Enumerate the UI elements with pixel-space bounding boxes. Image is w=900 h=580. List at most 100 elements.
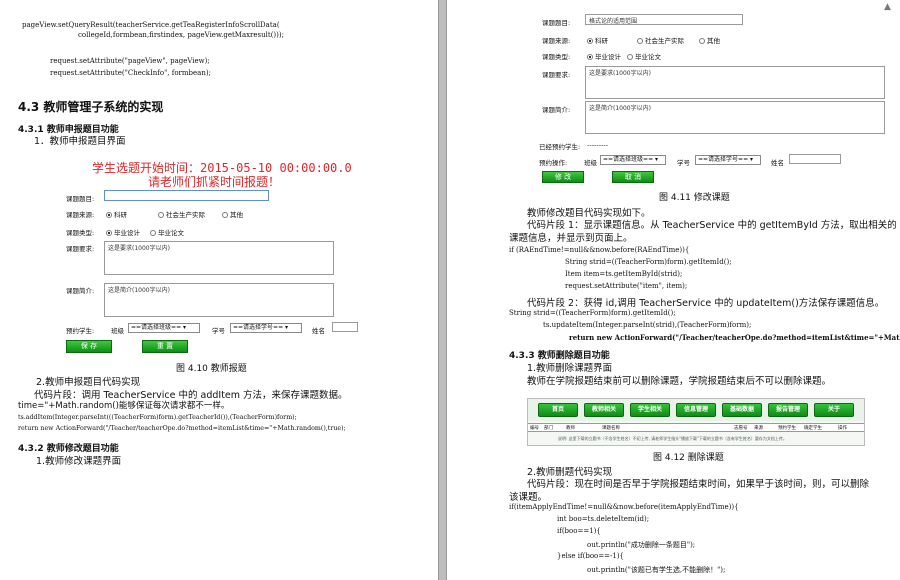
modify-button[interactable]: 修 改 bbox=[542, 171, 584, 183]
class-label: 班级 bbox=[111, 327, 124, 335]
field-label: 课题题目: bbox=[542, 19, 571, 27]
table-header: 课题名称 bbox=[602, 426, 620, 431]
paragraph: time="+Math.random()能够保证每次请求都不一样。 bbox=[18, 401, 230, 411]
nav-about[interactable]: 关于 bbox=[814, 403, 854, 417]
table-header-row: 编号 部门 教师 课题名称 志愿号 来源 预约学生 确定学生 操作 bbox=[528, 423, 864, 432]
figure-caption: 图 4.12 删除课题 bbox=[653, 453, 724, 463]
type-radio-thesis[interactable]: 毕业论文 bbox=[627, 51, 661, 61]
chevron-down-icon: ▾ bbox=[183, 324, 187, 331]
code-line: }else if(boo==-1){ bbox=[557, 552, 624, 560]
source-radio-other[interactable]: 其他 bbox=[699, 35, 720, 45]
field-label: 课题题目: bbox=[66, 195, 95, 203]
code-line: return new ActionForward("/Teacher/teach… bbox=[18, 425, 346, 432]
radio-icon bbox=[222, 212, 228, 218]
name-input[interactable] bbox=[332, 322, 358, 332]
code-line: request.setAttribute("item", item); bbox=[565, 282, 688, 290]
class-label: 班级 bbox=[584, 159, 597, 167]
page-gap bbox=[438, 0, 447, 580]
type-radio-design[interactable]: 毕业设计 bbox=[106, 227, 140, 237]
source-radio-research[interactable]: 科研 bbox=[106, 209, 127, 219]
code-line: out.println("成功删除一条题目"); bbox=[587, 541, 696, 549]
radio-icon bbox=[106, 230, 112, 236]
list-item: 1.教师修改课题界面 bbox=[36, 456, 122, 467]
paragraph: 代码片段：现在时间是否早于学院报题结束时间，如果早于该时间，则，可以删除 bbox=[527, 479, 870, 490]
banner-notice: 请老师们抓紧时间报题！ bbox=[148, 175, 281, 189]
table-header: 操作 bbox=[838, 426, 847, 431]
figure-caption: 图 4.10 教师报题 bbox=[176, 364, 247, 374]
table-header: 部门 bbox=[544, 426, 553, 431]
requirements-textarea[interactable]: 这是要求(1000字以内) bbox=[585, 66, 885, 99]
table-header: 来源 bbox=[754, 426, 763, 431]
nav-info[interactable]: 信息管理 bbox=[676, 403, 716, 417]
nav-basic-data[interactable]: 基础数据 bbox=[722, 403, 762, 417]
nav-report[interactable]: 报告管理 bbox=[768, 403, 808, 417]
code-line: request.setAttribute("pageView", pageVie… bbox=[50, 57, 210, 65]
class-select[interactable]: ==请选择班级== ▾ bbox=[600, 155, 666, 165]
paragraph: 代码片段 1：显示课题信息。从 TeacherService 中的 getIte… bbox=[527, 220, 897, 231]
radio-icon bbox=[106, 212, 112, 218]
radio-icon bbox=[587, 38, 593, 44]
table-header: 编号 bbox=[530, 426, 539, 431]
field-label: 课题来源: bbox=[66, 211, 95, 219]
field-label: 预约学生: bbox=[66, 327, 95, 335]
cancel-button[interactable]: 取 消 bbox=[612, 171, 654, 183]
stuno-select[interactable]: ==请选择学号== ▾ bbox=[230, 323, 302, 333]
stuno-label: 学号 bbox=[677, 159, 690, 167]
code-line: ts.updateItem(Integer.parseInt(strid),(T… bbox=[543, 321, 752, 329]
brief-textarea[interactable]: 这是简介(1000字以内) bbox=[104, 283, 334, 317]
stuno-select[interactable]: ==请选择学号== ▾ bbox=[695, 155, 761, 165]
chevron-down-icon: ▾ bbox=[655, 156, 659, 163]
scroll-up-icon[interactable]: ▲ bbox=[884, 2, 891, 12]
code-line: int boo=ts.deleteItem(id); bbox=[557, 515, 650, 523]
class-select[interactable]: ==请选择班级== ▾ bbox=[128, 323, 200, 333]
reserved-student-value: --------- bbox=[587, 141, 609, 149]
topic-title-input[interactable] bbox=[104, 190, 269, 201]
name-input[interactable] bbox=[789, 154, 841, 164]
nav-home[interactable]: 首页 bbox=[538, 403, 578, 417]
field-label: 课题类型: bbox=[66, 229, 95, 237]
type-radio-thesis[interactable]: 毕业论文 bbox=[150, 227, 184, 237]
reset-button[interactable]: 重 置 bbox=[142, 340, 188, 353]
source-radio-practice[interactable]: 社会生产实际 bbox=[158, 209, 205, 219]
topic-title-input[interactable]: 格式论的适用范围 bbox=[585, 14, 743, 25]
type-radio-design[interactable]: 毕业设计 bbox=[587, 51, 621, 61]
figure-caption: 图 4.11 修改课题 bbox=[659, 193, 730, 203]
field-label: 课题简介: bbox=[66, 287, 95, 295]
code-line: collegeId,formbean,firstindex, pageView.… bbox=[78, 31, 284, 39]
nav-student[interactable]: 学生相关 bbox=[630, 403, 670, 417]
table-header: 教师 bbox=[566, 426, 575, 431]
paragraph: 代码片段 2：获得 id,调用 TeacherService 中的 update… bbox=[527, 298, 885, 309]
code-line: request.setAttribute("CheckInfo", formbe… bbox=[50, 69, 211, 77]
left-document-page: pageView.setQueryResult(teacherService.g… bbox=[0, 0, 438, 580]
code-line: if(itemApplyEndTime!=null&&now.before(it… bbox=[509, 503, 739, 511]
code-line: Item item=ts.getItemById(strid); bbox=[565, 270, 683, 278]
name-label: 姓名 bbox=[312, 327, 325, 335]
table-header: 确定学生 bbox=[804, 426, 822, 431]
paragraph: 教师在学院报题结束前可以删除课题，学院报题结束后不可以删除课题。 bbox=[527, 376, 832, 387]
nav-teacher[interactable]: 教师相关 bbox=[584, 403, 624, 417]
paragraph: 课题信息，并显示到页面上。 bbox=[509, 233, 633, 244]
field-label: 预约操作: bbox=[539, 159, 568, 167]
requirements-textarea[interactable]: 这是要求(1000字以内) bbox=[104, 241, 334, 275]
brief-textarea[interactable]: 这是简介(1000字以内) bbox=[585, 101, 885, 134]
name-label: 姓名 bbox=[771, 159, 784, 167]
list-item: 1．教师申报题目界面 bbox=[34, 136, 126, 147]
radio-icon bbox=[627, 54, 633, 60]
chevron-down-icon: ▾ bbox=[285, 324, 289, 331]
radio-icon bbox=[637, 38, 643, 44]
source-radio-other[interactable]: 其他 bbox=[222, 209, 243, 219]
field-label: 课题要求: bbox=[542, 71, 571, 79]
code-line: pageView.setQueryResult(teacherService.g… bbox=[22, 21, 280, 29]
radio-icon bbox=[699, 38, 705, 44]
right-document-page: ▲ 课题题目: 格式论的适用范围 课题来源: 科研 社会生产实际 其他 课题类型… bbox=[447, 0, 900, 580]
delete-screenshot: 首页 教师相关 学生相关 信息管理 基础数据 报告管理 关于 编号 部门 教师 … bbox=[527, 398, 865, 446]
source-radio-research[interactable]: 科研 bbox=[587, 35, 608, 45]
code-line: String strid=((TeacherForm)form).getItem… bbox=[565, 258, 732, 266]
save-button[interactable]: 保 存 bbox=[66, 340, 112, 353]
table-note: 说明: 这里下载的立题书（不含学生姓名）不初上传, 请老师学生指头"播放下载"下… bbox=[558, 436, 787, 441]
radio-icon bbox=[150, 230, 156, 236]
section-title: 4.3 教师管理子系统的实现 bbox=[18, 100, 164, 114]
source-radio-practice[interactable]: 社会生产实际 bbox=[637, 35, 684, 45]
code-line: if (RAEndTime!=null&&now.before(RAEndTim… bbox=[509, 246, 690, 254]
list-item: 1.教师删除课题界面 bbox=[527, 363, 613, 374]
